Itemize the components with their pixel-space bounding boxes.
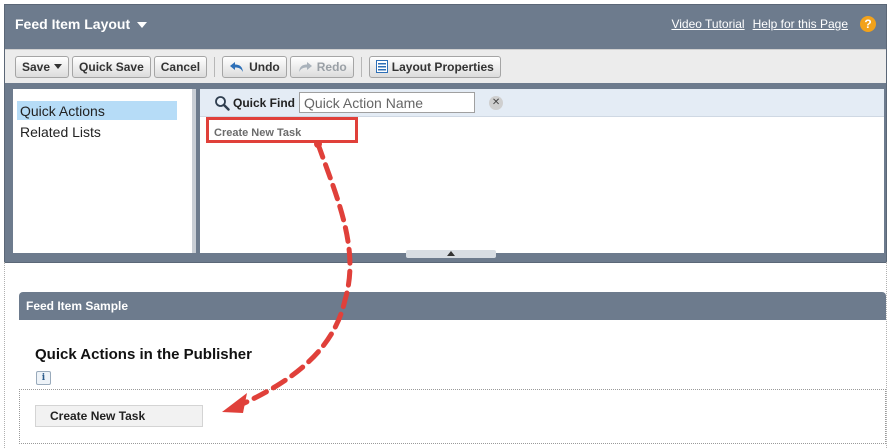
quick-find-label: Quick Find [233,95,296,110]
palette-categories: Quick Actions Related Lists [13,89,196,253]
publisher-action-create-new-task[interactable]: Create New Task [35,405,203,427]
layout-properties-button[interactable]: Layout Properties [368,55,501,78]
save-label: Save [22,59,51,74]
publisher-section-title: Quick Actions in the Publisher [35,346,252,363]
page-layout-editor-screenshot: Feed Item Layout Video Tutorial Help for… [0,0,891,448]
clear-x-icon[interactable]: ✕ [489,95,504,110]
undo-button[interactable]: Undo [222,55,287,78]
help-links: Video Tutorial Help for this Page ? [671,16,876,32]
quick-find-label-group: Quick Find [214,95,295,111]
quick-save-button[interactable]: Quick Save [72,55,151,78]
quick-find-bar: Quick Find ✕ [200,89,884,117]
cancel-button[interactable]: Cancel [153,55,208,78]
undo-label: Undo [249,59,280,74]
category-related-lists[interactable]: Related Lists [17,122,192,141]
category-quick-actions[interactable]: Quick Actions [17,101,177,120]
toolbar-divider [360,56,362,77]
chevron-down-icon [137,22,148,28]
chevron-down-icon[interactable] [54,64,63,69]
feed-item-sample-header: Feed Item Sample [19,292,886,320]
layout-properties-label: Layout Properties [391,59,494,74]
editor-header: Feed Item Layout Video Tutorial Help for… [5,5,886,43]
redo-label: Redo [316,59,347,74]
toolbar-divider [214,56,216,77]
help-circle-icon[interactable]: ? [860,16,876,32]
layout-title-dropdown[interactable]: Feed Item Layout [15,16,148,32]
layout-title: Feed Item Layout [15,16,131,32]
annotation-highlight-box [206,117,358,143]
save-button[interactable]: Save [15,55,70,78]
undo-arrow-icon [230,61,244,72]
info-icon[interactable]: i [36,371,51,385]
help-for-page-link[interactable]: Help for this Page [753,17,848,31]
palette: Quick Actions Related Lists Quick Find ✕ [5,85,886,262]
redo-arrow-icon [298,61,312,72]
editor-toolbar: Save Quick Save Cancel Undo Redo Layout … [5,49,886,83]
panel-resize-handle[interactable] [406,250,496,258]
video-tutorial-link[interactable]: Video Tutorial [671,17,744,31]
properties-icon [375,60,388,73]
quick-find-input[interactable] [299,92,476,113]
layout-editor-panel: Feed Item Layout Video Tutorial Help for… [4,4,887,263]
redo-button[interactable]: Redo [289,55,354,78]
palette-items: Quick Find ✕ Create New Task [200,89,884,253]
magnifier-icon [215,95,230,111]
